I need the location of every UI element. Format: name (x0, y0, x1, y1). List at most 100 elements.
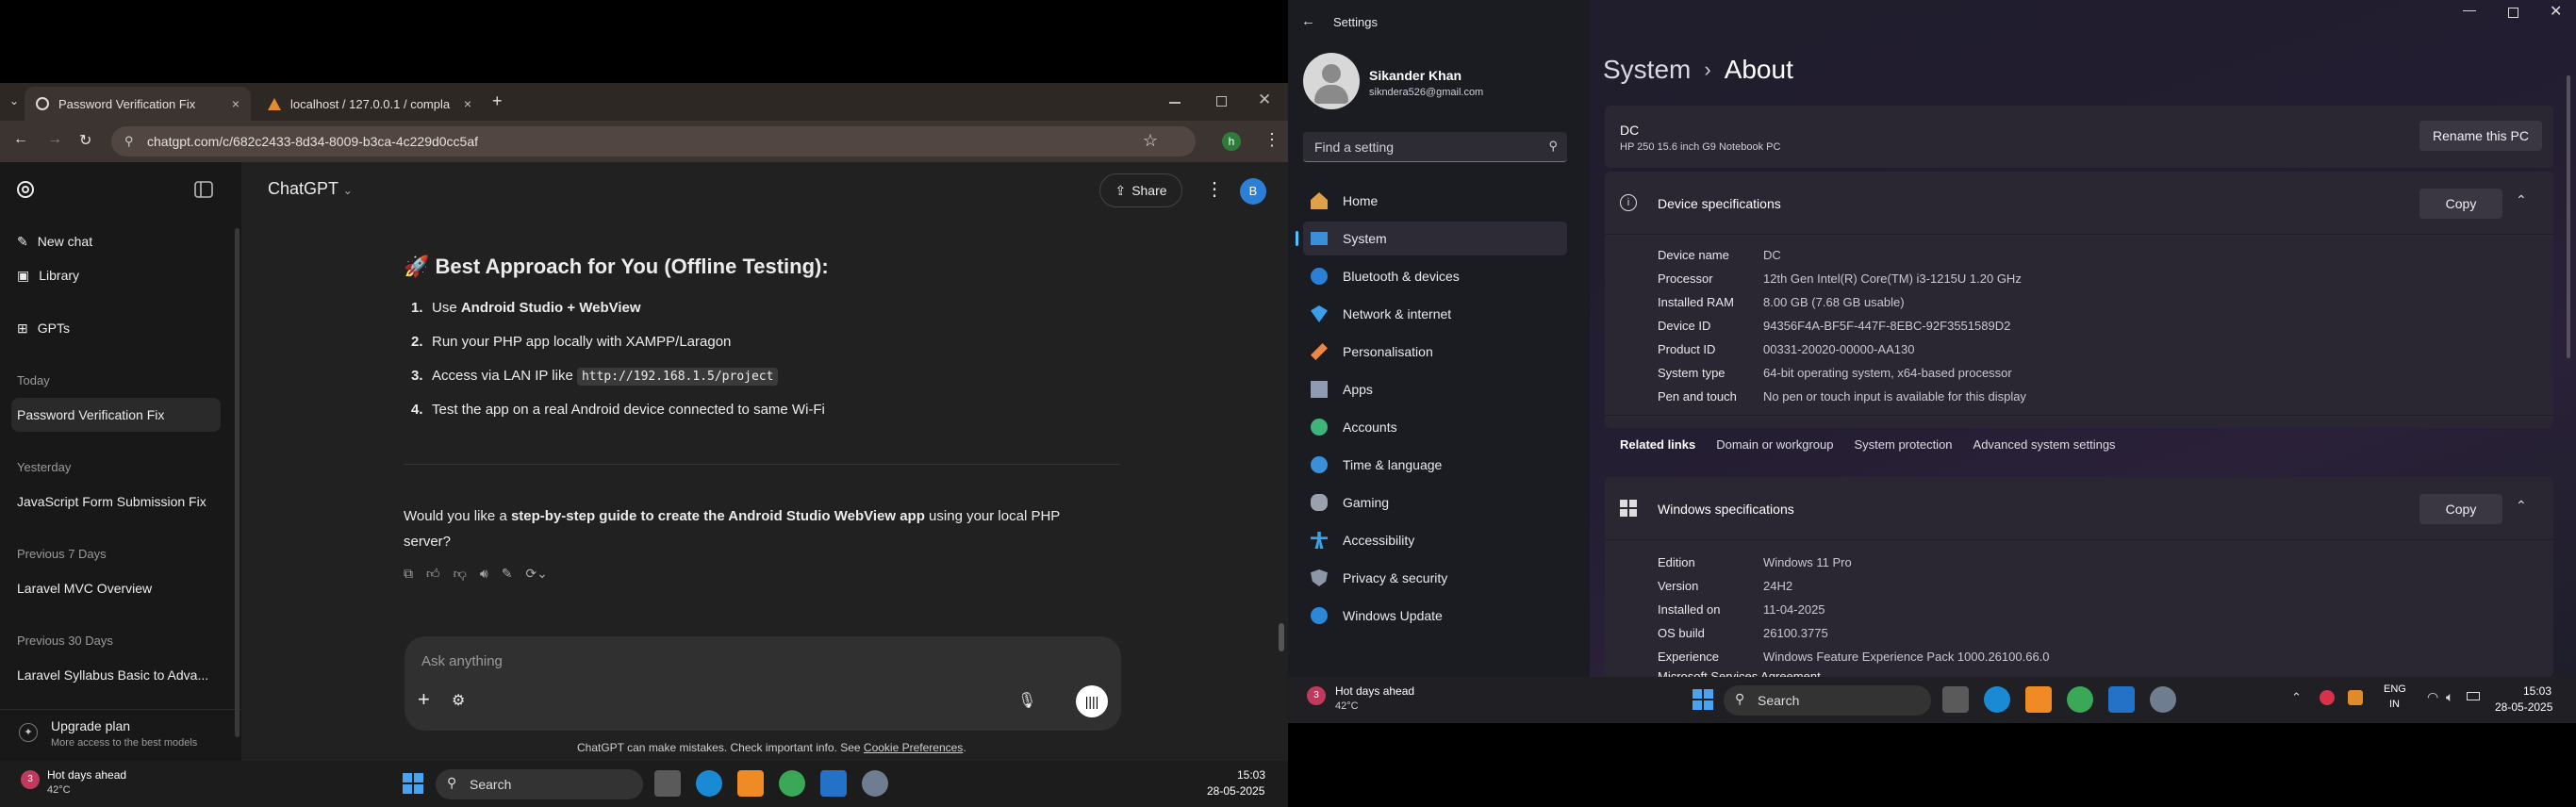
vscode-icon[interactable] (820, 770, 847, 797)
copy-windows-specs-button[interactable]: Copy (2419, 494, 2502, 524)
attach-plus-icon[interactable]: + (418, 687, 430, 712)
nav-apps[interactable]: Apps (1303, 372, 1567, 406)
forward-icon[interactable]: → (47, 131, 62, 148)
vscode-icon[interactable] (2108, 686, 2135, 713)
chat-item-laravel-syllabus[interactable]: Laravel Syllabus Basic to Adva... (11, 658, 221, 692)
chrome-icon[interactable] (2067, 686, 2093, 713)
tray-sync-icon[interactable] (2348, 690, 2363, 705)
close-tab-icon[interactable]: × (464, 96, 471, 111)
find-setting-input[interactable]: Find a setting ⚲ (1303, 132, 1567, 162)
chat-title: JavaScript Form Submission Fix (17, 494, 206, 509)
prompt-input[interactable]: Ask anything (421, 653, 503, 669)
taskbar-search[interactable]: ⚲ Search (1724, 685, 1931, 716)
close-window-icon[interactable]: ✕ (2550, 2, 2562, 21)
sidebar-scrollbar[interactable] (235, 228, 239, 737)
reload-icon[interactable]: ↻ (79, 131, 91, 150)
nav-bluetooth[interactable]: Bluetooth & devices (1303, 259, 1567, 293)
show-hidden-icons-icon[interactable]: ⌃ (2291, 690, 2302, 705)
tab-search-chevron-icon[interactable]: ⌄ (9, 94, 19, 107)
chrome-icon[interactable] (779, 770, 805, 797)
share-button[interactable]: ⇪ Share (1099, 173, 1182, 207)
close-tab-icon[interactable]: × (232, 96, 239, 111)
edge-icon[interactable] (696, 770, 722, 797)
battery-icon[interactable] (2467, 692, 2480, 700)
model-selector[interactable]: ChatGPT ⌄ (268, 179, 353, 199)
tab-password-verification[interactable]: Password Verification Fix × (25, 87, 251, 121)
volume-icon[interactable]: 🔈︎ (2446, 689, 2453, 705)
nav-system[interactable]: System (1296, 222, 1567, 255)
weather-icon[interactable]: 3 (21, 770, 40, 789)
copy-device-specs-button[interactable]: Copy (2419, 189, 2502, 219)
back-arrow-icon[interactable]: ← (1301, 13, 1315, 29)
file-explorer-icon[interactable] (654, 770, 681, 797)
menu-kebab-icon[interactable]: ⋮ (1263, 130, 1280, 150)
chat-item-js-form[interactable]: JavaScript Form Submission Fix (11, 485, 221, 519)
minimize-icon[interactable]: — (2463, 2, 2476, 17)
chevron-up-icon[interactable]: ⌃ (2516, 498, 2527, 514)
restore-icon[interactable] (2508, 8, 2518, 18)
microphone-icon[interactable]: 🎙︎ (1017, 691, 1036, 710)
language-code[interactable]: ENG (2384, 683, 2406, 695)
back-icon[interactable]: ← (13, 131, 28, 148)
windows-start-icon[interactable] (1692, 688, 1714, 711)
nav-network[interactable]: Network & internet (1303, 297, 1567, 331)
nav-time-language[interactable]: Time & language (1303, 448, 1567, 482)
restore-icon[interactable] (1216, 96, 1227, 107)
user-avatar[interactable]: B (1240, 178, 1266, 205)
address-bar[interactable]: ⚲ chatgpt.com/c/682c2433-8d34-8009-b3ca-… (111, 126, 1196, 156)
close-window-icon[interactable]: ✕ (1258, 91, 1271, 109)
more-options-icon[interactable]: ⋮ (1205, 177, 1224, 201)
regenerate-icon[interactable]: ⟳⌄ (525, 566, 547, 582)
profile-avatar[interactable]: h (1222, 132, 1241, 151)
nav-gaming[interactable]: Gaming (1303, 486, 1567, 519)
nav-privacy[interactable]: Privacy & security (1303, 561, 1567, 595)
link-advanced-system-settings[interactable]: Advanced system settings (1973, 437, 2116, 452)
weather-icon[interactable]: 3 (1307, 686, 1326, 705)
breadcrumb-system[interactable]: System (1603, 55, 1691, 85)
wifi-icon[interactable]: ◠ (2427, 689, 2438, 705)
language-region[interactable]: IN (2389, 699, 2400, 710)
nav-accessibility[interactable]: Accessibility (1303, 523, 1567, 557)
bookmark-star-icon[interactable]: ☆ (1143, 131, 1158, 151)
settings-scrollbar[interactable] (2567, 75, 2570, 358)
thumbs-down-icon[interactable]: 👎︎ (454, 566, 467, 582)
rename-pc-button[interactable]: Rename this PC (2419, 121, 2542, 151)
file-explorer-icon[interactable] (1942, 686, 1969, 713)
nav-windows-update[interactable]: Windows Update (1303, 599, 1567, 633)
chat-item-laravel-mvc[interactable]: Laravel MVC Overview (11, 571, 221, 605)
gpts-button[interactable]: ⊞ GPTs (11, 311, 221, 345)
edge-icon[interactable] (1984, 686, 2010, 713)
voice-mode-icon[interactable]: |||| (1076, 685, 1108, 717)
xampp-icon[interactable] (737, 770, 764, 797)
read-aloud-icon[interactable]: 🔊︎ (480, 566, 488, 582)
nav-accounts[interactable]: Accounts (1303, 410, 1567, 444)
xampp-icon[interactable] (2025, 686, 2052, 713)
site-info-icon[interactable]: ⚲ (124, 134, 134, 149)
edit-icon[interactable]: ✎ (502, 566, 513, 582)
sidebar-toggle-icon[interactable] (194, 181, 213, 198)
tab-localhost[interactable]: localhost / 127.0.0.1 / complain × (256, 87, 483, 121)
settings-app-icon[interactable] (2150, 686, 2176, 713)
chat-item-password-fix[interactable]: Password Verification Fix (11, 398, 221, 432)
minimize-icon[interactable] (1169, 102, 1181, 104)
tools-icon[interactable]: ⚙ (452, 691, 465, 710)
copy-icon[interactable]: ⧉ (404, 566, 413, 582)
openai-logo-icon[interactable] (15, 179, 36, 200)
library-button[interactable]: ▣ Library (11, 258, 221, 292)
windows-start-icon[interactable] (402, 772, 424, 795)
link-system-protection[interactable]: System protection (1854, 437, 1952, 452)
tray-app-icon[interactable] (2320, 690, 2335, 705)
cookie-preferences-link[interactable]: Cookie Preferences (864, 741, 963, 754)
thumbs-up-icon[interactable]: 👍︎ (426, 566, 440, 582)
new-tab-button[interactable]: + (492, 91, 503, 111)
new-chat-button[interactable]: ✎ New chat (11, 224, 221, 258)
nav-home[interactable]: Home (1303, 184, 1567, 218)
upgrade-plan-button[interactable]: ✦ Upgrade plan More access to the best m… (11, 716, 228, 754)
chevron-up-icon[interactable]: ⌃ (2516, 192, 2527, 208)
settings-app-icon[interactable] (862, 770, 888, 797)
user-avatar[interactable] (1303, 53, 1360, 109)
nav-personalisation[interactable]: Personalisation (1303, 335, 1567, 369)
chat-scrollbar[interactable] (1279, 222, 1284, 760)
taskbar-search[interactable]: ⚲ Search (436, 769, 643, 799)
link-domain-workgroup[interactable]: Domain or workgroup (1716, 437, 1833, 452)
